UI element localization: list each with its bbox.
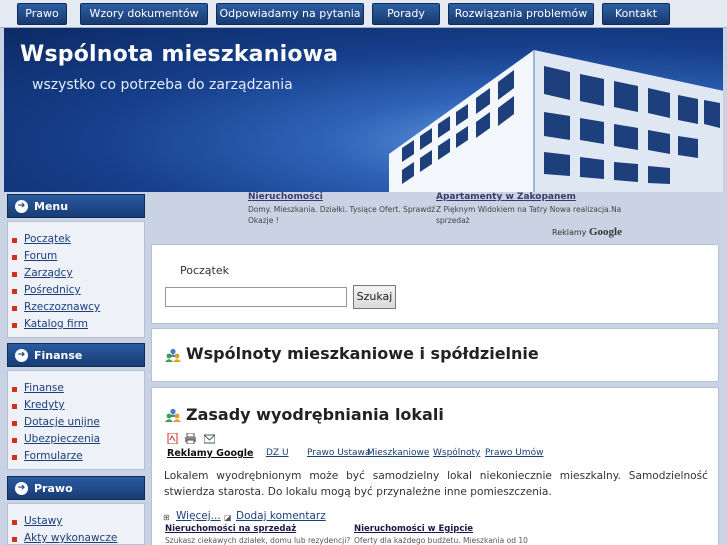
search-panel: Początek Szukaj [151,244,719,324]
arrow-right-icon: ➔ [15,349,28,362]
section-title-panel: Wspólnoty mieszkaniowe i spółdzielnie [151,328,719,382]
bullet-icon [12,438,17,443]
sidebar-menu-list: Początek Forum Zarządcy Pośrednicy Rzecz… [7,221,145,338]
more-link[interactable]: Więcej... [176,510,221,522]
ad-title-apartamenty[interactable]: Apartamenty w Zakopanem [436,192,576,202]
sidebar-item-rzeczoznawcy[interactable]: Rzeczoznawcy [24,301,100,313]
sidebar-menu-title: Menu [34,200,69,213]
sidebar-finanse-title: Finanse [34,349,83,362]
sidebar-finanse-list: Finanse Kredyty Dotacje unijne Ubezpiecz… [7,370,145,470]
bullet-icon [12,455,17,460]
google-logo-text: Google [588,226,622,238]
nav-rozwiazania[interactable]: Rozwiązania problemów [448,3,594,25]
ad-link-prawo-ustawa[interactable]: Prawo Ustawa [307,448,370,458]
ad-link-prawo-umow[interactable]: Prawo Umów [485,448,543,458]
bullet-icon [12,537,17,542]
bullet-icon [12,289,17,294]
section-title: Wspólnoty mieszkaniowe i spółdzielnie [186,344,539,363]
reklamy-google-label[interactable]: Reklamy Google [552,226,622,238]
reklamy-google-link[interactable]: Reklamy Google [167,448,254,459]
site-subtitle: wszystko co potrzeba do zarządzania [32,77,293,93]
search-input[interactable] [165,287,347,307]
site-header: Wspólnota mieszkaniowa wszystko co potrz… [4,28,723,192]
nav-odpowiadamy[interactable]: Odpowiadamy na pytania [216,3,364,25]
sidebar-prawo-title: Prawo [34,482,73,495]
search-button[interactable]: Szukaj [353,285,396,309]
nav-wzory-dokumentow[interactable]: Wzory dokumentów [80,3,208,25]
bullet-icon [12,272,17,277]
sidebar-item-ustawy[interactable]: Ustawy [24,515,63,527]
sidebar-prawo-header: ➔ Prawo [7,476,145,500]
nav-prawo[interactable]: Prawo [17,3,67,25]
bullet-icon [12,238,17,243]
ad-link-wspolnoty[interactable]: Wspólnoty [433,448,480,458]
ad-text-nieruchomosci: Domy. Mieszkania. Działki. Tysiące Ofert… [248,205,436,225]
print-icon[interactable] [185,433,196,444]
users-icon [165,408,181,422]
article-title: Zasady wyodrębniania lokali [186,405,444,424]
sidebar-item-finanse[interactable]: Finanse [24,382,64,394]
pdf-icon[interactable] [167,433,178,444]
sidebar-item-katalog-firm[interactable]: Katalog firm [24,318,88,330]
ad-link-dzu[interactable]: DZ U [266,448,289,458]
breadcrumb: Początek [180,264,229,277]
bottom-ad-text-1: Szukasz ciekawych działek, domu lub rezy… [165,536,351,545]
sidebar-item-posrednicy[interactable]: Pośrednicy [24,284,81,296]
ad-title-nieruchomosci[interactable]: Nieruchomości [248,192,323,202]
article-text: Lokalem wyodrębnionym może być samodziel… [164,470,708,498]
sidebar-item-zarzadcy[interactable]: Zarządcy [24,267,73,279]
sidebar-item-ubezpieczenia[interactable]: Ubezpieczenia [24,433,100,445]
sidebar-item-poczatek[interactable]: Początek [24,233,71,245]
bullet-icon [12,306,17,311]
comment-icon: ◪ [224,513,232,522]
add-comment-link[interactable]: Dodaj komentarz [236,510,326,522]
sidebar-item-dotacje[interactable]: Dotacje unijne [24,416,100,428]
bullet-icon [12,520,17,525]
building-illustration [389,50,723,192]
arrow-right-icon: ➔ [15,482,28,495]
sidebar-finanse-header: ➔ Finanse [7,343,145,367]
bullet-icon [12,421,17,426]
sidebar-item-formularze[interactable]: Formularze [24,450,83,462]
sidebar-item-forum[interactable]: Forum [24,250,57,262]
bottom-ad-title-2[interactable]: Nieruchomości w Egipcie [354,524,473,534]
ad-text-apartamenty: Z Pięknym Widokiem na Tatry Nowa realiza… [436,205,622,225]
site-title: Wspólnota mieszkaniowa [20,42,339,67]
bottom-ad-title-1[interactable]: Nieruchomości na sprzedaż [165,524,296,534]
bullet-icon [12,323,17,328]
bullet-icon [12,387,17,392]
sidebar-prawo-list: Ustawy Akty wykonawcze [7,503,145,545]
email-icon[interactable] [204,433,215,444]
sidebar-menu-header: ➔ Menu [7,194,145,218]
bullet-icon [12,255,17,260]
top-navigation: Prawo Wzory dokumentów Odpowiadamy na py… [0,0,727,28]
nav-kontakt[interactable]: Kontakt [602,3,670,25]
bottom-ad-text-2: Oferty dla każdego budżetu. Mieszkania o… [354,536,528,545]
sidebar-item-kredyty[interactable]: Kredyty [24,399,65,411]
arrow-right-icon: ➔ [15,200,28,213]
article-panel: Zasady wyodrębniania lokali Reklamy Goog… [151,387,719,545]
reklamy-prefix: Reklamy [552,228,587,237]
users-icon [165,348,181,362]
expand-icon: ⊞ [163,513,170,522]
sidebar-item-akty[interactable]: Akty wykonawcze [24,532,117,544]
nav-porady[interactable]: Porady [372,3,440,25]
ad-link-mieszkaniowe[interactable]: Mieszkaniowe [367,448,429,458]
bullet-icon [12,404,17,409]
